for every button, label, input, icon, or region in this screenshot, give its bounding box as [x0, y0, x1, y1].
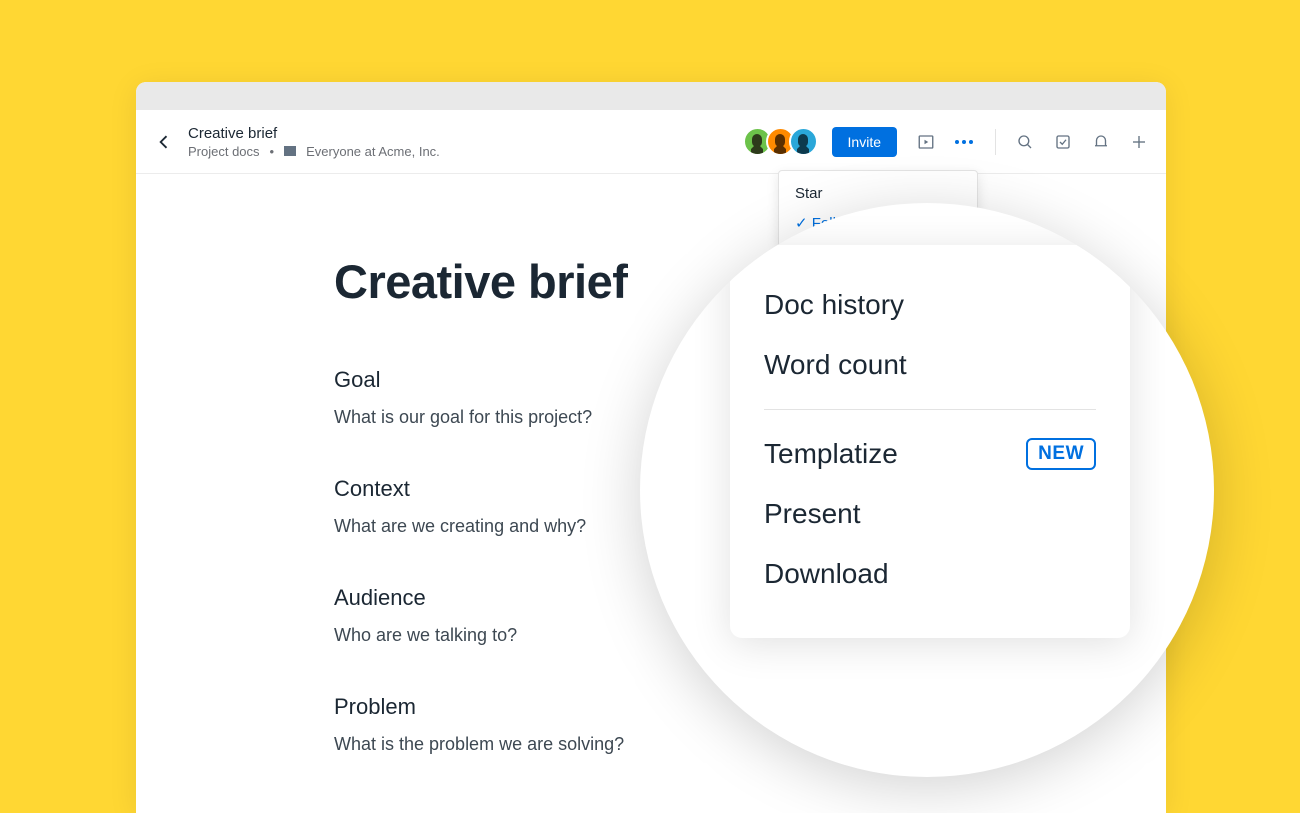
present-icon[interactable]: [917, 133, 935, 151]
more-icon[interactable]: [955, 140, 973, 144]
avatar[interactable]: [789, 127, 818, 156]
building-icon: [284, 146, 296, 156]
invite-button[interactable]: Invite: [832, 127, 897, 157]
menu-divider: [764, 409, 1096, 410]
title-block: Creative brief Project docs • Everyone a…: [188, 125, 440, 159]
menu-item-label: Templatize: [764, 438, 898, 470]
breadcrumb-folder[interactable]: Project docs: [188, 144, 260, 159]
zoom-lens: Doc history Word count Templatize NEW Pr…: [640, 203, 1214, 777]
menu-item-templatize[interactable]: Templatize NEW: [730, 424, 1130, 484]
search-icon[interactable]: [1016, 133, 1034, 151]
menu-item-label: Download: [764, 558, 889, 590]
menu-item-label: Word count: [764, 349, 907, 381]
doc-title[interactable]: Creative brief: [188, 125, 440, 142]
zoom-menu-panel: Doc history Word count Templatize NEW Pr…: [730, 245, 1130, 638]
plus-icon[interactable]: [1130, 133, 1148, 151]
task-checkbox-icon[interactable]: [1054, 133, 1072, 151]
menu-item-label: Present: [764, 498, 861, 530]
bell-icon[interactable]: [1092, 133, 1110, 151]
menu-item-doc-history[interactable]: Doc history: [730, 275, 1130, 335]
menu-item-word-count[interactable]: Word count: [730, 335, 1130, 395]
breadcrumb-separator: •: [270, 144, 275, 159]
menu-item-present[interactable]: Present: [730, 484, 1130, 544]
new-badge: NEW: [1026, 438, 1096, 470]
breadcrumb-share-scope[interactable]: Everyone at Acme, Inc.: [306, 144, 440, 159]
divider: [995, 129, 996, 155]
menu-item-download[interactable]: Download: [730, 544, 1130, 604]
topbar: Creative brief Project docs • Everyone a…: [136, 110, 1166, 174]
chevron-left-icon[interactable]: [154, 132, 174, 152]
menu-item-label: Doc history: [764, 289, 904, 321]
breadcrumb: Project docs • Everyone at Acme, Inc.: [188, 144, 440, 159]
collaborator-avatars[interactable]: [749, 127, 818, 156]
window-chrome-bar: [136, 82, 1166, 110]
